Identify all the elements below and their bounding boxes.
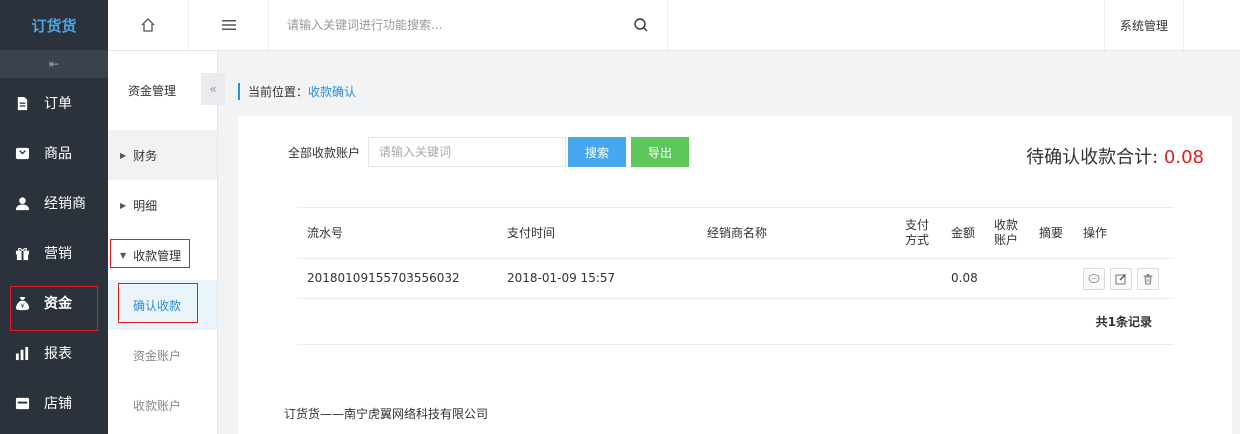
money-bag-icon: ¥ <box>14 295 30 311</box>
double-chevron-left-icon: « <box>209 82 217 96</box>
document-icon <box>14 95 30 111</box>
subnav-item-confirm-receipt[interactable]: 确认收款 <box>108 280 217 330</box>
subnav-collapse-button[interactable]: « <box>201 73 225 105</box>
col-amount: 金额 <box>951 225 976 240</box>
home-button[interactable] <box>108 0 189 50</box>
edit-icon <box>1115 273 1126 284</box>
pending-total-label: 待确认收款合计: <box>1026 147 1164 168</box>
comment-button[interactable] <box>1083 267 1105 290</box>
subnav-group-label: 明细 <box>133 198 158 213</box>
sidebar-item-label: 资金 <box>44 296 72 312</box>
sidebar-item-dealers[interactable]: 经销商 <box>0 178 108 228</box>
subnav-item-receipt-account[interactable]: 收款账户 <box>108 380 217 430</box>
content-card: 全部收款账户 搜索 导出 待确认收款合计: 0.08 流水号 支付时间 经销商名… <box>238 116 1232 434</box>
cell-receipt-account <box>994 259 1020 298</box>
receipts-table: 流水号 支付时间 经销商名称 支付方式 金额 收款账户 摘要 操作 201801… <box>297 207 1174 345</box>
subnav-group-finance[interactable]: ▶ 财务 <box>108 130 217 180</box>
sidebar-item-label: 营销 <box>44 246 72 262</box>
export-button[interactable]: 导出 <box>631 137 689 167</box>
sidebar-item-reports[interactable]: 报表 <box>0 328 108 378</box>
hamburger-icon <box>221 20 236 30</box>
cell-pay-time: 2018-01-09 15:57 <box>507 271 616 285</box>
function-search-input[interactable] <box>287 18 607 32</box>
secondary-sidebar: 资金管理 « ▶ 财务 ▶ 明细 ▼ 收款管理 确认收款 资金账户 收款账户 <box>108 51 225 434</box>
breadcrumb-prefix: 当前位置： <box>248 85 309 99</box>
col-pay-time: 支付时间 <box>507 225 556 240</box>
main-sidebar: 订货货 ⇤ 订单 商品 经销商 营销 ¥ 资金 报表 店铺 <box>0 0 108 434</box>
account-filter-label[interactable]: 全部收款账户 <box>288 144 360 161</box>
subnav-group-label: 财务 <box>133 148 158 163</box>
subnav-item-fund-account[interactable]: 资金账户 <box>108 330 217 380</box>
search-icon[interactable] <box>633 17 649 33</box>
bar-chart-icon <box>14 345 30 361</box>
col-dealer-name: 经销商名称 <box>707 225 768 240</box>
subnav-group-detail[interactable]: ▶ 明细 <box>108 180 217 230</box>
sidebar-item-store[interactable]: 店铺 <box>0 378 108 428</box>
edit-button[interactable] <box>1110 267 1132 290</box>
function-search <box>269 0 668 50</box>
record-count: 共1条记录 <box>1095 315 1152 329</box>
sidebar-item-label: 报表 <box>44 346 72 362</box>
pending-total-amount: 0.08 <box>1163 147 1204 168</box>
cell-operations <box>1083 259 1159 298</box>
sidebar-item-label: 订单 <box>44 96 72 112</box>
subnav-item-label: 收款账户 <box>133 398 182 413</box>
pending-total: 待确认收款合计: 0.08 <box>1026 143 1204 169</box>
store-icon <box>14 395 30 411</box>
menu-button[interactable] <box>189 0 269 50</box>
subnav-item-label: 确认收款 <box>133 298 182 313</box>
cell-amount: 0.08 <box>951 271 978 285</box>
col-operations: 操作 <box>1083 225 1108 240</box>
col-memo: 摘要 <box>1039 225 1064 240</box>
search-button[interactable]: 搜索 <box>568 137 626 167</box>
gift-icon <box>14 245 30 261</box>
col-flow-number: 流水号 <box>307 225 344 240</box>
logo[interactable]: 订货货 <box>0 0 108 50</box>
sidebar-item-label: 经销商 <box>44 196 86 212</box>
sidebar-item-funds[interactable]: ¥ 资金 <box>0 278 108 331</box>
comment-icon <box>1088 273 1100 283</box>
sidebar-item-orders[interactable]: 订单 <box>0 78 108 128</box>
breadcrumb: 当前位置： 收款确认 <box>238 83 356 100</box>
table-row: 20180109155703556032 2018-01-09 15:57 0.… <box>297 259 1174 299</box>
top-bar: 系统管理 <box>108 0 1240 51</box>
subnav-group-label: 收款管理 <box>133 248 182 263</box>
table-header: 流水号 支付时间 经销商名称 支付方式 金额 收款账户 摘要 操作 <box>297 207 1174 259</box>
user-icon <box>14 195 30 211</box>
sidebar-item-label: 商品 <box>44 146 72 162</box>
keyword-input[interactable] <box>368 137 566 167</box>
svg-text:¥: ¥ <box>20 302 24 310</box>
collapse-icon: ⇤ <box>48 57 60 71</box>
cell-flow-number: 20180109155703556032 <box>307 271 460 285</box>
table-footer: 共1条记录 <box>297 299 1174 345</box>
sidebar-item-products[interactable]: 商品 <box>0 128 108 178</box>
home-icon <box>141 18 155 32</box>
cell-pay-method <box>905 259 931 298</box>
page-footer: 订货货——南宁虎翼网络科技有限公司 <box>284 407 489 421</box>
caret-right-icon: ▶ <box>120 200 127 210</box>
col-pay-method: 支付方式 <box>905 218 930 247</box>
sidebar-item-marketing[interactable]: 营销 <box>0 228 108 278</box>
caret-right-icon: ▶ <box>120 150 127 160</box>
breadcrumb-current[interactable]: 收款确认 <box>308 83 356 100</box>
col-receipt-account: 收款账户 <box>994 218 1019 247</box>
subnav-group-receipts[interactable]: ▼ 收款管理 <box>108 230 217 280</box>
caret-down-icon: ▼ <box>120 250 127 260</box>
system-management-button[interactable]: 系统管理 <box>1104 0 1184 50</box>
box-icon <box>14 145 30 161</box>
subnav-item-label: 资金账户 <box>133 348 182 363</box>
sidebar-collapse-toggle[interactable]: ⇤ <box>0 50 108 78</box>
trash-icon <box>1143 273 1153 284</box>
delete-button[interactable] <box>1137 267 1159 290</box>
sidebar-item-label: 店铺 <box>44 396 72 412</box>
